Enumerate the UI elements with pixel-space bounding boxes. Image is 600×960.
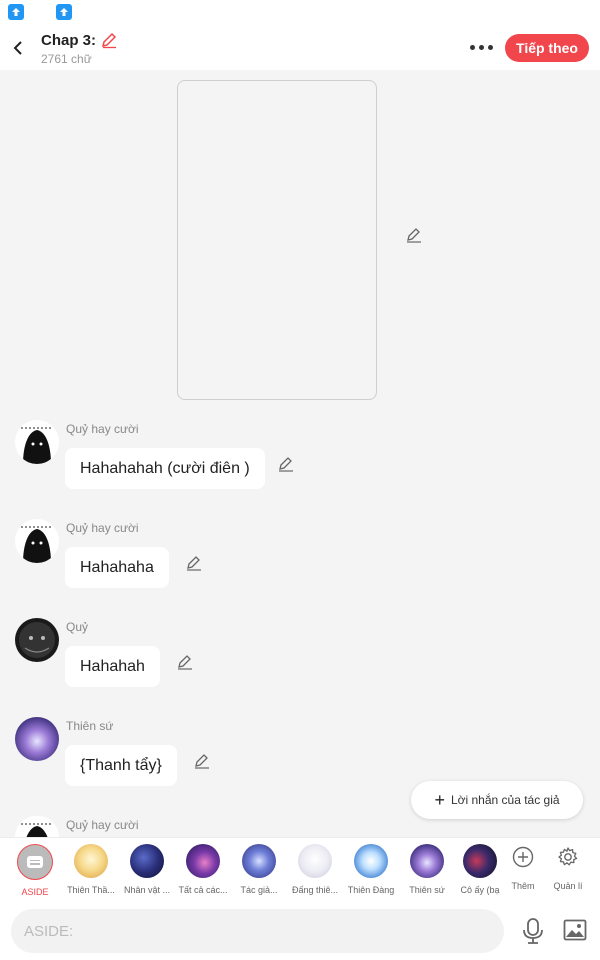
back-arrow-icon [13, 41, 22, 55]
character-avatar [298, 844, 332, 878]
message-bubble[interactable]: Hahahah [65, 646, 160, 687]
character-item[interactable]: Thiên Thầ... [63, 844, 119, 895]
message-sender-name: Quỷ hay cười [66, 521, 139, 535]
character-label: Tất cả các... [178, 885, 228, 895]
chapter-title-block: Chap 3: 2761 chữ [41, 31, 118, 66]
voice-input-button[interactable] [521, 917, 545, 950]
pencil-icon[interactable] [405, 226, 423, 244]
avatar[interactable] [15, 816, 59, 837]
more-dots-icon [469, 44, 475, 50]
more-dots-icon [478, 44, 484, 50]
message-input[interactable]: ASIDE: [11, 909, 504, 953]
image-placeholder[interactable] [177, 80, 377, 400]
manage-label: Quản lí [553, 881, 583, 891]
character-item[interactable]: Nhân vật ... [119, 844, 175, 895]
next-chapter-button[interactable]: Tiếp theo [505, 34, 589, 62]
avatar[interactable] [15, 420, 59, 464]
character-avatar [186, 844, 220, 878]
author-note-label: Lời nhắn của tác giả [450, 793, 560, 807]
character-avatar [74, 844, 108, 878]
message-sender-name: Quỷ [66, 620, 89, 634]
character-item[interactable]: Thiên Đàng [343, 844, 399, 895]
character-aside[interactable]: ASIDE [7, 844, 63, 897]
character-item[interactable]: Tất cả các... [175, 844, 231, 895]
plus-icon [512, 846, 534, 868]
manage-characters-button[interactable]: Quản lí [544, 846, 592, 891]
add-label: Thêm [511, 881, 535, 891]
character-label: Thiên Đàng [347, 885, 395, 895]
character-label: Nhân vật ... [123, 885, 171, 895]
app-notification-icon [8, 4, 24, 20]
message-bubble[interactable]: {Thanh tẩy} [65, 745, 177, 786]
pencil-icon[interactable] [100, 31, 118, 49]
message-bubble[interactable]: Hahahaha [65, 547, 169, 588]
character-label: Thiên sứ [409, 885, 445, 895]
aside-avatar [17, 844, 53, 880]
character-item[interactable]: Tác giả... [231, 844, 287, 895]
avatar[interactable] [15, 519, 59, 563]
image-icon [563, 919, 587, 941]
input-bar: ASIDE: [0, 901, 600, 960]
character-item[interactable]: Thiên sứ [399, 844, 455, 895]
insert-image-button[interactable] [563, 919, 587, 946]
character-avatar [354, 844, 388, 878]
character-avatar [410, 844, 444, 878]
more-options-button[interactable] [466, 40, 496, 54]
aside-icon [27, 856, 43, 868]
chapter-title: Chap 3: [41, 31, 97, 49]
status-bar [0, 0, 600, 26]
author-note-button[interactable]: + Lời nhắn của tác giả [411, 781, 583, 819]
character-label: Thiên Thầ... [67, 885, 115, 895]
app-notification-icon [56, 4, 72, 20]
message-sender-name: Quỷ hay cười [66, 422, 139, 436]
character-item[interactable]: Đấng thiê... [287, 844, 343, 895]
pencil-icon[interactable] [277, 455, 295, 473]
microphone-icon [523, 918, 543, 944]
pencil-icon[interactable] [193, 752, 211, 770]
pencil-icon[interactable] [185, 554, 203, 572]
message-bubble[interactable]: Hahahahah (cười điên ) [65, 448, 265, 489]
add-character-button[interactable]: Thêm [499, 846, 547, 891]
chapter-header: Chap 3: 2761 chữ Tiếp theo [0, 26, 600, 70]
character-label: ASIDE [21, 887, 49, 897]
character-avatar [242, 844, 276, 878]
avatar[interactable] [15, 618, 59, 662]
character-avatar [130, 844, 164, 878]
back-button[interactable] [6, 34, 30, 62]
message-sender-name: Thiên sứ [66, 719, 114, 733]
plus-icon: + [434, 790, 445, 810]
character-selector-bar: ASIDE Thiên Thầ... Nhân vật ... Tất cả c… [0, 837, 600, 901]
pencil-icon[interactable] [176, 653, 194, 671]
more-dots-icon [487, 44, 493, 50]
character-avatar [463, 844, 497, 878]
settings-gear-icon [558, 847, 578, 866]
character-label: Tác giả... [240, 885, 278, 895]
word-count: 2761 chữ [41, 52, 92, 66]
avatar[interactable] [15, 717, 59, 761]
message-sender-name: Quỷ hay cười [66, 818, 139, 832]
character-label: Đấng thiê... [291, 885, 339, 895]
